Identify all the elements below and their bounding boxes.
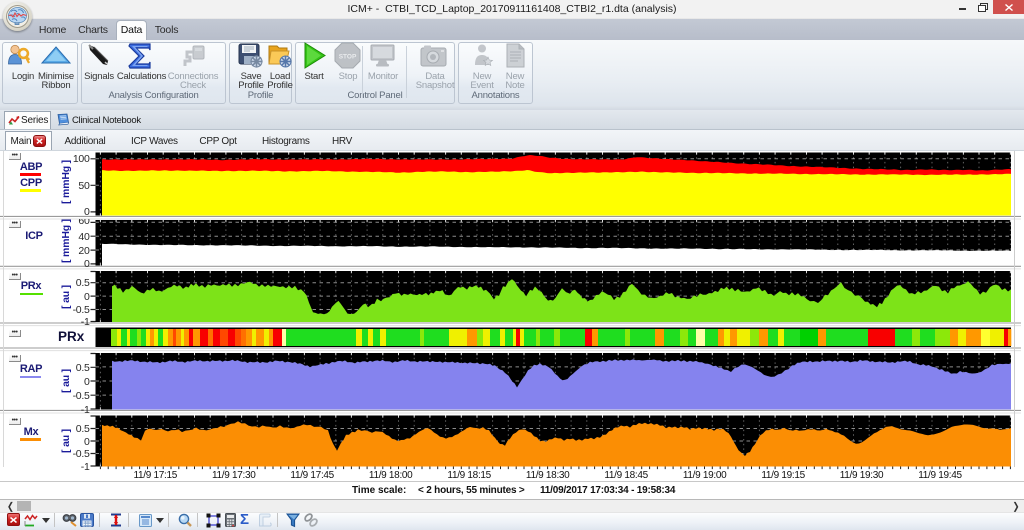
svg-text:STOP: STOP: [339, 54, 357, 61]
